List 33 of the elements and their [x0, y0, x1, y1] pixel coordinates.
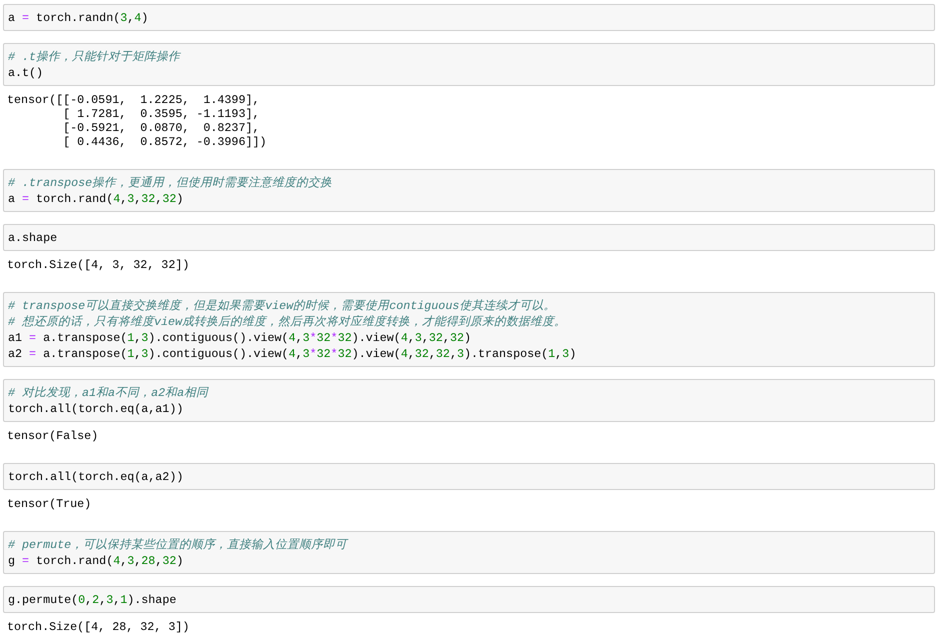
- code-line: a.t(): [8, 65, 44, 81]
- output-line: tensor(True): [7, 497, 92, 511]
- output-line: tensor(False): [7, 429, 100, 443]
- code-line: a1 = a.transpose(1,3).contiguous().view(4,3*32*32).view(4,3,32,32): [8, 330, 472, 346]
- output-line: torch.Size([4, 3, 32, 32]): [7, 258, 190, 272]
- code-line: torch.all(torch.eq(a,a1)): [8, 401, 184, 417]
- output-line: [-0.5921, 0.0870, 0.8237],: [62, 121, 260, 135]
- code-line: g.permute(0,2,3,1).shape: [8, 592, 178, 608]
- output-line: [ 1.7281, 0.3595, -1.1193],: [62, 107, 260, 121]
- code-line: a2 = a.transpose(1,3).contiguous().view(4,3*32*32).view(4,32,32,3).transpose(1,3): [8, 346, 578, 362]
- code-cell[interactable]: g.permute(0,2,3,1).shape: [3, 586, 935, 613]
- output-line: torch.Size([4, 28, 32, 3]): [7, 620, 190, 634]
- code-comment: # .t操作，只能针对于矩阵操作: [8, 49, 182, 65]
- code-cell[interactable]: # .transpose操作，更通用，但使用时需要注意维度的交换 a = torch.rand(4,3,32,32): [3, 169, 935, 212]
- code-line: a = torch.randn(3,4): [8, 10, 150, 26]
- code-line: a.shape: [8, 230, 58, 246]
- code-cell[interactable]: a = torch.randn(3,4): [3, 4, 935, 31]
- code-comment: # permute，可以保持某些位置的顺序，直接输入位置顺序即可: [8, 537, 350, 553]
- code-cell[interactable]: torch.all(torch.eq(a,a2)): [3, 463, 935, 490]
- code-cell[interactable]: a.shape: [3, 224, 935, 251]
- code-comment: # transpose可以直接交换维度，但是如果需要view的时候，需要使用contiguous使其连续才可以。: [8, 298, 556, 314]
- code-comment: # .transpose操作，更通用，但使用时需要注意维度的交换: [8, 175, 334, 191]
- code-line: torch.all(torch.eq(a,a2)): [8, 469, 184, 485]
- output-line: tensor([[-0.0591, 1.2225, 1.4399],: [7, 93, 260, 107]
- code-cell[interactable]: # permute，可以保持某些位置的顺序，直接输入位置顺序即可 g = torch.rand(4,3,28,32): [3, 531, 935, 574]
- code-cell[interactable]: # .t操作，只能针对于矩阵操作 a.t(): [3, 43, 935, 86]
- code-cell[interactable]: [3, 292, 935, 367]
- code-comment: # 对比发现，a1和a不同，a2和a相同: [8, 385, 210, 401]
- output-line: [ 0.4436, 0.8572, -0.3996]]): [62, 135, 268, 149]
- code-line: a = torch.rand(4,3,32,32): [8, 191, 184, 207]
- code-comment: # 想还原的话，只有将维度view成转换后的维度，然后再次将对应维度转换，才能得到原来的数据维度。: [8, 314, 568, 330]
- code-cell[interactable]: # 对比发现，a1和a不同，a2和a相同 torch.all(torch.eq(a,a1)): [3, 379, 935, 422]
- code-line: g = torch.rand(4,3,28,32): [8, 553, 184, 569]
